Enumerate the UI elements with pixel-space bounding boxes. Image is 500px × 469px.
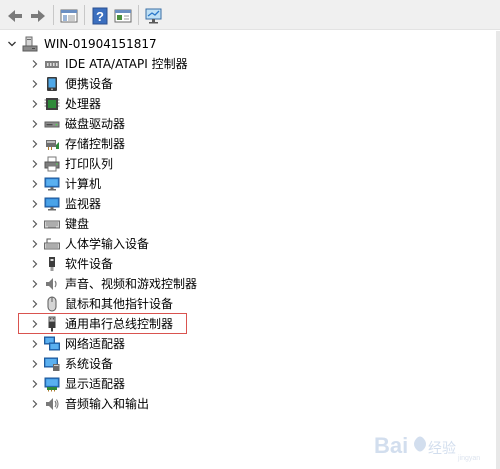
- chevron-right-icon[interactable]: [29, 374, 41, 394]
- tree-item-mice[interactable]: 鼠标和其他指针设备: [0, 294, 300, 314]
- tree-item-monitors[interactable]: 监视器: [0, 194, 300, 214]
- tree-item-usb-controllers[interactable]: 通用串行总线控制器: [0, 314, 300, 334]
- display-adapter-icon: [44, 376, 60, 392]
- tree-item-label: 人体学输入设备: [65, 237, 150, 251]
- tree-root[interactable]: WIN-01904151817: [0, 34, 200, 54]
- network-adapter-icon: [44, 336, 60, 352]
- forward-icon[interactable]: [27, 5, 49, 27]
- chevron-right-icon[interactable]: [29, 334, 41, 354]
- disk-drive-icon: [44, 116, 60, 132]
- chevron-right-icon[interactable]: [29, 114, 41, 134]
- device-tree: WIN-01904151817 IDE ATA/ATAPI 控制器 便携设备 处…: [0, 31, 496, 469]
- audio-io-icon: [44, 396, 60, 412]
- chevron-right-icon[interactable]: [29, 394, 41, 414]
- portable-device-icon: [44, 76, 60, 92]
- chevron-right-icon[interactable]: [29, 134, 41, 154]
- hid-icon: [44, 236, 60, 252]
- toolbar-separator: [138, 5, 139, 25]
- tree-item-label: 打印队列: [65, 157, 114, 171]
- tree-item-label: 便携设备: [65, 77, 114, 91]
- chevron-right-icon[interactable]: [29, 174, 41, 194]
- tree-item-network-adapters[interactable]: 网络适配器: [0, 334, 300, 354]
- svg-text:Bai: Bai: [374, 433, 408, 458]
- tree-item-label: 声音、视频和游戏控制器: [65, 277, 198, 291]
- tree-item-storage-controllers[interactable]: 存储控制器: [0, 134, 300, 154]
- tree-item-display-adapters[interactable]: 显示适配器: [0, 374, 300, 394]
- tree-item-software-devices[interactable]: 软件设备: [0, 254, 300, 274]
- tree-item-computer[interactable]: 计算机: [0, 174, 300, 194]
- tree-item-label: 键盘: [65, 217, 90, 231]
- scan-hardware-changes-icon[interactable]: [143, 5, 165, 27]
- toolbar-separator: [53, 5, 54, 25]
- tree-item-sound-video-game[interactable]: 声音、视频和游戏控制器: [0, 274, 300, 294]
- show-hide-console-tree-icon[interactable]: [58, 5, 80, 27]
- tree-item-disk-drives[interactable]: 磁盘驱动器: [0, 114, 300, 134]
- tree-item-label: 网络适配器: [65, 337, 126, 351]
- chevron-right-icon[interactable]: [29, 274, 41, 294]
- chevron-right-icon[interactable]: [29, 154, 41, 174]
- tree-root-label: WIN-01904151817: [44, 37, 157, 51]
- tree-item-label: 软件设备: [65, 257, 114, 271]
- help-icon[interactable]: ?: [89, 5, 111, 27]
- printer-icon: [44, 156, 60, 172]
- chevron-down-icon[interactable]: [6, 34, 18, 54]
- svg-text:经验: 经验: [428, 440, 456, 456]
- tree-item-system-devices[interactable]: 系统设备: [0, 354, 300, 374]
- tree-item-label: 监视器: [65, 197, 102, 211]
- tree-item-label: 通用串行总线控制器: [65, 317, 174, 331]
- tree-item-processors[interactable]: 处理器: [0, 94, 300, 114]
- system-device-icon: [44, 356, 60, 372]
- tree-item-hid[interactable]: 人体学输入设备: [0, 234, 300, 254]
- toolbar: ?: [0, 0, 500, 30]
- computer-icon: [22, 36, 38, 52]
- chevron-right-icon[interactable]: [29, 74, 41, 94]
- tree-item-label: IDE ATA/ATAPI 控制器: [65, 57, 188, 71]
- ide-controller-icon: [44, 56, 60, 72]
- tree-item-ide-controller[interactable]: IDE ATA/ATAPI 控制器: [0, 54, 300, 74]
- chevron-right-icon[interactable]: [29, 354, 41, 374]
- keyboard-icon: [44, 216, 60, 232]
- chevron-right-icon[interactable]: [29, 254, 41, 274]
- chevron-right-icon[interactable]: [29, 214, 41, 234]
- tree-item-print-queues[interactable]: 打印队列: [0, 154, 300, 174]
- processor-icon: [44, 96, 60, 112]
- chevron-right-icon[interactable]: [29, 194, 41, 214]
- chevron-right-icon[interactable]: [29, 54, 41, 74]
- tree-item-label: 计算机: [65, 177, 102, 191]
- mouse-icon: [44, 296, 60, 312]
- software-device-icon: [44, 256, 60, 272]
- baidu-jingyan-watermark: Bai 经验 jingyan: [374, 433, 480, 462]
- toolbar-separator: [84, 5, 85, 25]
- tree-item-label: 磁盘驱动器: [65, 117, 126, 131]
- tree-item-label: 处理器: [65, 97, 102, 111]
- tree-item-label: 音频输入和输出: [65, 397, 150, 411]
- monitor-icon: [44, 196, 60, 212]
- chevron-right-icon[interactable]: [29, 94, 41, 114]
- tree-item-label: 存储控制器: [65, 137, 126, 151]
- tree-item-keyboards[interactable]: 键盘: [0, 214, 300, 234]
- storage-controller-icon: [44, 136, 60, 152]
- tree-item-audio-inputs-outputs[interactable]: 音频输入和输出: [0, 394, 300, 414]
- tree-item-label: 显示适配器: [65, 377, 126, 391]
- computer-monitor-icon: [44, 176, 60, 192]
- tree-item-label: 鼠标和其他指针设备: [65, 297, 174, 311]
- tree-item-portable-devices[interactable]: 便携设备: [0, 74, 300, 94]
- speaker-icon: [44, 276, 60, 292]
- svg-text:?: ?: [96, 9, 104, 24]
- vertical-scrollbar[interactable]: [496, 31, 500, 469]
- chevron-right-icon[interactable]: [29, 314, 41, 334]
- tree-item-label: 系统设备: [65, 357, 114, 371]
- svg-text:jingyan: jingyan: [457, 455, 480, 462]
- usb-icon: [44, 316, 60, 332]
- back-icon[interactable]: [4, 5, 26, 27]
- chevron-right-icon[interactable]: [29, 294, 41, 314]
- chevron-right-icon[interactable]: [29, 234, 41, 254]
- properties-icon[interactable]: [112, 5, 134, 27]
